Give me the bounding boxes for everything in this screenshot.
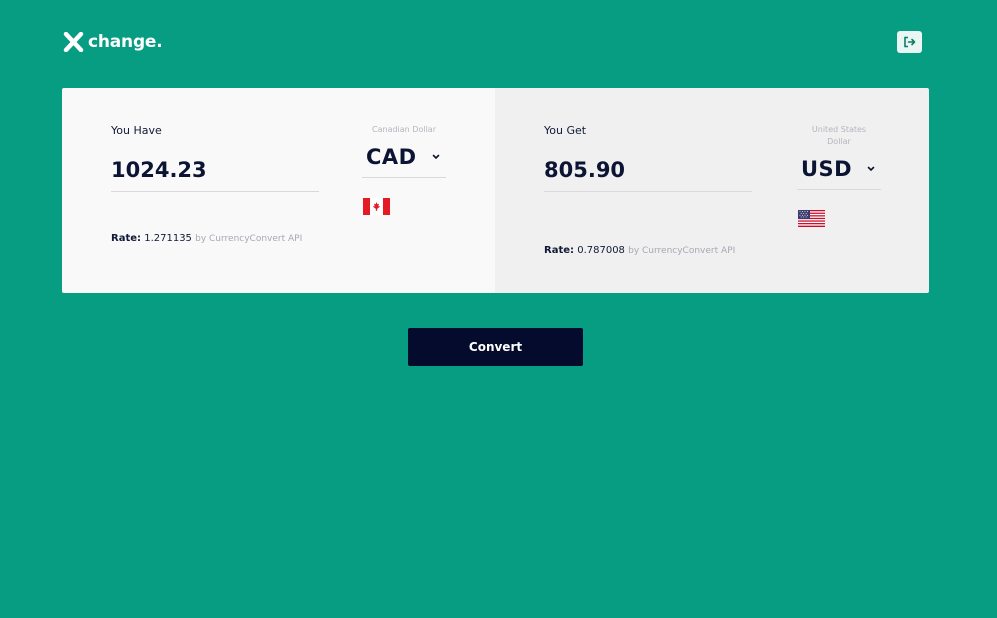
to-panel: You Get Rate: 0.787008 by CurrencyConver… xyxy=(495,88,929,293)
from-currency-block: Canadian Dollar CAD xyxy=(362,124,446,215)
convert-button[interactable]: Convert xyxy=(408,328,583,366)
app-logo[interactable]: change. xyxy=(63,31,163,53)
from-panel: You Have Rate: 1.271135 by CurrencyConve… xyxy=(62,88,495,293)
to-currency-select[interactable]: USD xyxy=(797,148,881,190)
rate-key: Rate: xyxy=(544,245,575,256)
from-currency-code: CAD xyxy=(366,144,417,169)
logout-icon xyxy=(904,36,916,48)
logo-text: change. xyxy=(88,32,163,52)
you-have-label: You Have xyxy=(111,124,162,137)
to-currency-block: United States Dollar USD xyxy=(797,124,881,227)
rate-value: 1.271135 xyxy=(144,233,192,244)
rate-source: by CurrencyConvert API xyxy=(628,246,736,256)
logout-button[interactable] xyxy=(897,31,922,53)
from-amount-input[interactable] xyxy=(111,148,319,192)
rate-source: by CurrencyConvert API xyxy=(195,234,303,244)
from-currency-name: Canadian Dollar xyxy=(372,125,436,134)
to-currency-name: United States Dollar xyxy=(811,125,867,146)
chevron-down-icon xyxy=(867,166,875,172)
rate-key: Rate: xyxy=(111,233,142,244)
canada-flag-icon xyxy=(363,198,390,215)
to-rate: Rate: 0.787008 by CurrencyConvert API xyxy=(544,245,735,256)
converter-card: You Have Rate: 1.271135 by CurrencyConve… xyxy=(62,88,929,293)
you-get-label: You Get xyxy=(544,124,587,137)
from-currency-select[interactable]: CAD xyxy=(362,136,446,178)
page: change. You Have Rate: 1.271135 by Curre… xyxy=(0,0,997,618)
chevron-down-icon xyxy=(432,154,440,160)
rate-value: 0.787008 xyxy=(577,245,625,256)
to-currency-code: USD xyxy=(801,156,853,181)
to-amount-input[interactable] xyxy=(544,148,752,192)
x-logo-icon xyxy=(63,32,84,52)
from-rate: Rate: 1.271135 by CurrencyConvert API xyxy=(111,233,302,244)
us-flag-icon xyxy=(798,210,825,227)
